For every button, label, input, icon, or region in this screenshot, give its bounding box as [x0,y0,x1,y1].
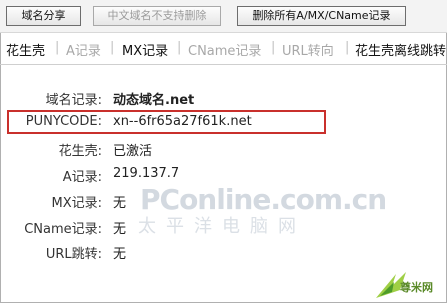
toolbar: 域名分享 中文域名不支持删除 删除所有A/MX/CName记录 [0,0,447,33]
punycode-highlight-box [7,110,326,134]
field-value: 219.137.7 [113,166,180,181]
field-label: URL跳转: [45,247,102,262]
tab-separator: | [345,40,350,55]
tab-cname-record[interactable]: CName记录 [188,40,261,59]
share-domain-button[interactable]: 域名分享 [6,6,81,26]
tab-separator: | [177,40,182,55]
tab-oray-offline-redirect[interactable]: 花生壳离线跳转 [355,40,446,59]
tab-separator: | [55,40,60,55]
tab-a-record[interactable]: A记录 [66,40,101,59]
field-label: 域名记录: [45,93,102,108]
tab-url-redirect[interactable]: URL转向 [282,40,334,59]
corner-logo-text: 尊米网 [400,281,433,294]
field-row-domain: 域名记录: 动态域名.net [0,89,447,111]
field-label: 花生壳: [58,144,102,159]
field-label: MX记录: [51,196,102,211]
delete-all-records-button[interactable]: 删除所有A/MX/CName记录 [237,6,406,26]
field-value: 无 [113,222,127,237]
record-tabs: 花生壳 | A记录 | MX记录 | CName记录 | URL转向 | 花生壳… [0,34,447,65]
field-value: 已激活 [113,144,153,159]
field-row-url-redirect: URL跳转: 无 [0,243,447,265]
delete-chinese-domain-button[interactable]: 中文域名不支持删除 [93,6,221,26]
field-label: CName记录: [24,222,102,237]
field-label: A记录: [62,170,102,185]
field-value: 动态域名.net [113,93,195,108]
tab-separator: | [110,40,115,55]
watermark-subtitle: 太平洋电脑网 [138,216,306,237]
field-row-oray-status: 花生壳: 已激活 [0,140,447,162]
tab-separator: | [271,40,276,55]
tab-mx-record[interactable]: MX记录 [122,40,168,59]
field-value: 无 [113,196,127,211]
tab-oray[interactable]: 花生壳 [6,40,45,59]
redaction-mask [185,165,215,181]
field-value: 无 [113,247,127,262]
